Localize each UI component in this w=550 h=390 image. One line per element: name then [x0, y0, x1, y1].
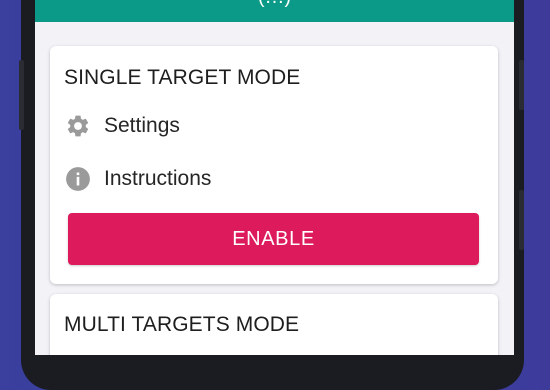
- info-icon: [64, 165, 92, 193]
- side-button: [519, 190, 524, 250]
- volume-button: [19, 60, 24, 130]
- gear-icon: [64, 112, 92, 140]
- multi-targets-title: MULTI TARGETS MODE: [64, 313, 300, 336]
- instructions-label: Instructions: [104, 167, 212, 190]
- app-screen: (…) SINGLE TARGET MODE Settings Instruct…: [35, 0, 514, 355]
- settings-row[interactable]: Settings: [64, 110, 180, 142]
- multi-targets-card: MULTI TARGETS MODE: [50, 294, 498, 355]
- single-target-card: SINGLE TARGET MODE Settings Instructions…: [50, 46, 498, 284]
- app-bar: (…): [35, 0, 514, 22]
- instructions-row[interactable]: Instructions: [64, 163, 211, 195]
- app-bar-title: (…): [35, 0, 514, 9]
- power-button: [519, 60, 524, 110]
- enable-button[interactable]: ENABLE: [68, 213, 479, 265]
- settings-label: Settings: [104, 114, 180, 137]
- single-target-title: SINGLE TARGET MODE: [64, 66, 301, 89]
